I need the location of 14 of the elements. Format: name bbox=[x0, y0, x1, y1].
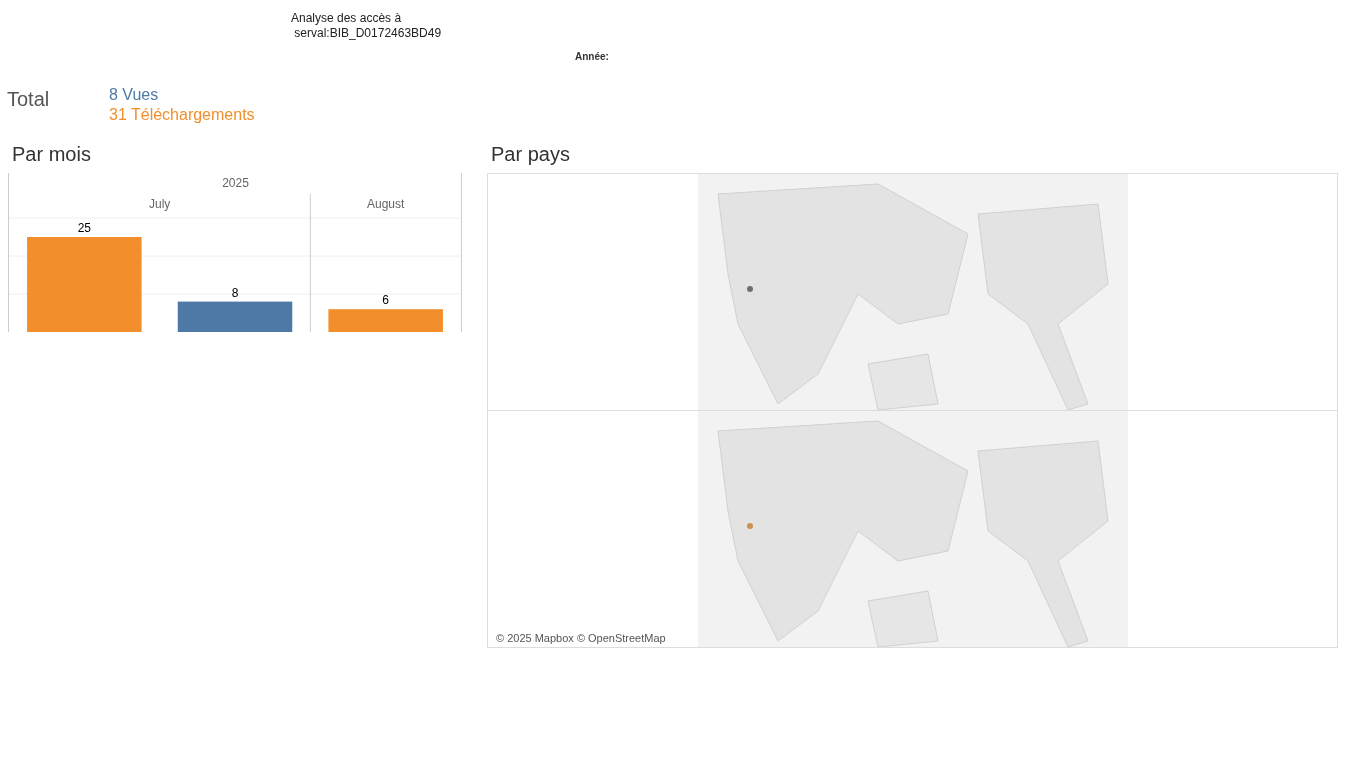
data-label: 8 bbox=[231, 285, 239, 300]
total-value: 8 Vues bbox=[109, 85, 160, 105]
year-filter-label: Année: bbox=[575, 51, 609, 62]
total-value: 31 Téléchargements bbox=[109, 105, 255, 125]
report-title: Analyse des accès à serval:BIB_D0172463BD49 bbox=[291, 11, 442, 41]
section-heading: Par pays bbox=[491, 142, 571, 166]
section-heading: Par mois bbox=[12, 142, 92, 166]
total-label: Total bbox=[7, 87, 51, 112]
data-label: 6 bbox=[382, 293, 389, 308]
year-label: 2025 bbox=[222, 176, 249, 190]
data-label: 25 bbox=[77, 221, 91, 235]
map-attribution: © 2025 Mapbox © OpenStreetMap bbox=[494, 632, 668, 644]
month-label: August bbox=[367, 197, 405, 211]
month-label: July bbox=[149, 197, 171, 211]
